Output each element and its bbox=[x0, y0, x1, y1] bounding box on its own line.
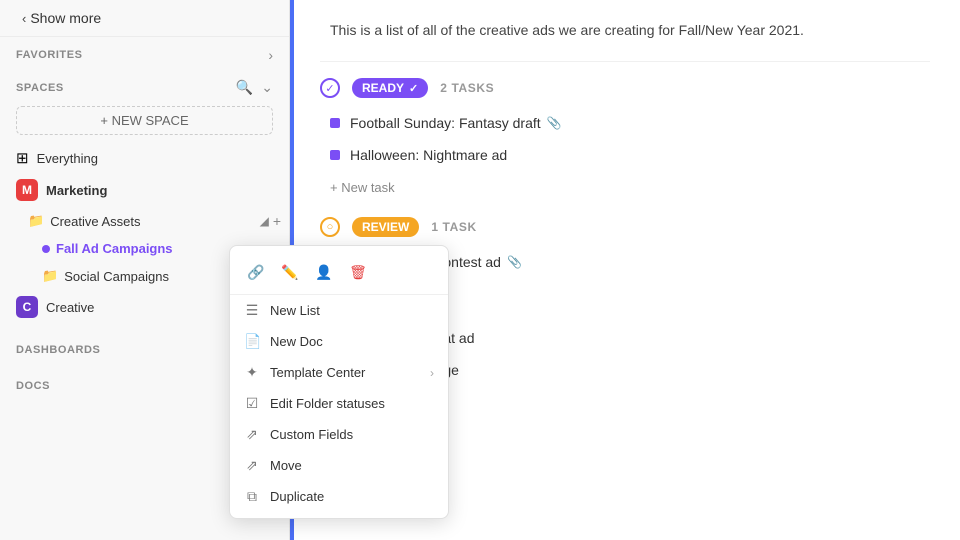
creative-badge: C bbox=[16, 296, 38, 318]
duplicate-label: Duplicate bbox=[270, 489, 434, 504]
menu-item-new-list[interactable]: ☰ New List bbox=[230, 295, 448, 326]
doc-icon: 📄 bbox=[244, 333, 260, 350]
move-icon: ⇗ bbox=[244, 457, 260, 474]
folder-icon: 📁 bbox=[28, 213, 44, 229]
link-icon: 🔗 bbox=[247, 264, 264, 281]
edit-folder-statuses-label: Edit Folder statuses bbox=[270, 396, 434, 411]
chevron-right-icon: › bbox=[268, 47, 273, 63]
new-task-button[interactable]: + New task bbox=[320, 174, 930, 201]
review-tasks-count: 1 TASK bbox=[431, 220, 476, 234]
active-dot bbox=[42, 245, 50, 253]
context-menu: 🔗 ✏️ 👤 🗑 ☰ New List 📄 New Doc ✦ Template… bbox=[229, 245, 449, 519]
share-icon: 👤 bbox=[315, 264, 332, 281]
task-label: Football Sunday: Fantasy draft bbox=[350, 115, 541, 131]
task-label: Halloween: Nightmare ad bbox=[350, 147, 507, 163]
search-icon[interactable]: 🔍 bbox=[236, 79, 253, 96]
sidebar-item-creative-assets[interactable]: 📁 Creative Assets ◢ + bbox=[0, 208, 289, 234]
fields-icon: ⇗ bbox=[244, 426, 260, 443]
docs-title: DOCS bbox=[16, 380, 50, 392]
menu-item-custom-fields[interactable]: ⇗ Custom Fields bbox=[230, 419, 448, 450]
attachment-icon: 📎 bbox=[507, 255, 522, 269]
dashboards-title: DASHBOARDS bbox=[16, 344, 100, 356]
favorites-icons: › bbox=[268, 47, 273, 63]
favorites-section-header: FAVORITES › bbox=[0, 37, 289, 69]
new-space-button[interactable]: + NEW SPACE bbox=[16, 106, 273, 135]
creative-assets-label: Creative Assets bbox=[50, 214, 140, 229]
menu-item-template-center[interactable]: ✦ Template Center › bbox=[230, 357, 448, 388]
sidebar-item-everything[interactable]: ⊞ Everything bbox=[0, 144, 289, 172]
review-badge: REVIEW bbox=[352, 217, 419, 237]
review-circle: ○ bbox=[320, 217, 340, 237]
delete-icon: 🗑 bbox=[349, 264, 367, 281]
marketing-label: Marketing bbox=[46, 183, 107, 198]
show-more-label: Show more bbox=[30, 10, 101, 26]
list-icon: ☰ bbox=[244, 302, 260, 319]
social-campaigns-label: Social Campaigns bbox=[64, 269, 169, 284]
delete-button[interactable]: 🗑 bbox=[342, 258, 374, 286]
review-header: ○ REVIEW 1 TASK bbox=[320, 217, 930, 237]
submenu-arrow-icon: › bbox=[430, 366, 434, 380]
everything-label: Everything bbox=[37, 151, 98, 166]
menu-item-move[interactable]: ⇗ Move bbox=[230, 450, 448, 481]
ready-badge: READY ✓ bbox=[352, 78, 428, 98]
ready-circle: ✓ bbox=[320, 78, 340, 98]
spaces-section-header: SPACES 🔍 ⌄ bbox=[0, 69, 289, 102]
ready-header: ✓ READY ✓ 2 TASKS bbox=[320, 78, 930, 98]
folder-actions: ◢ + bbox=[260, 213, 281, 229]
attachment-icon: 📎 bbox=[547, 116, 562, 130]
marketing-badge: M bbox=[16, 179, 38, 201]
chevron-left-icon: ‹ bbox=[22, 11, 26, 26]
duplicate-icon: ⧉ bbox=[244, 488, 260, 505]
favorites-title: FAVORITES bbox=[16, 49, 82, 61]
context-menu-toolbar: 🔗 ✏️ 👤 🗑 bbox=[230, 252, 448, 295]
edit-button[interactable]: ✏️ bbox=[274, 258, 306, 286]
menu-item-new-doc[interactable]: 📄 New Doc bbox=[230, 326, 448, 357]
grid-icon: ⊞ bbox=[16, 149, 29, 167]
checkbox-icon: ☑ bbox=[244, 395, 260, 412]
menu-item-duplicate[interactable]: ⧉ Duplicate bbox=[230, 481, 448, 512]
spaces-title: SPACES bbox=[16, 82, 64, 94]
task-football-sunday[interactable]: Football Sunday: Fantasy draft 📎 bbox=[320, 108, 930, 138]
new-doc-label: New Doc bbox=[270, 334, 434, 349]
ready-check-icon: ✓ bbox=[409, 82, 418, 95]
task-dot bbox=[330, 150, 340, 160]
add-icon[interactable]: + bbox=[273, 213, 281, 229]
creative-label: Creative bbox=[46, 300, 94, 315]
page-description: This is a list of all of the creative ad… bbox=[320, 20, 930, 62]
fall-ad-campaigns-label: Fall Ad Campaigns bbox=[56, 241, 173, 256]
cursor-icon: ◢ bbox=[260, 214, 269, 228]
template-icon: ✦ bbox=[244, 364, 260, 381]
task-halloween[interactable]: Halloween: Nightmare ad bbox=[320, 140, 930, 170]
spaces-actions: 🔍 ⌄ bbox=[236, 79, 273, 96]
share-button[interactable]: 👤 bbox=[308, 258, 340, 286]
chevron-down-icon[interactable]: ⌄ bbox=[261, 79, 273, 96]
custom-fields-label: Custom Fields bbox=[270, 427, 434, 442]
task-dot bbox=[330, 118, 340, 128]
show-more-row[interactable]: ‹ Show more bbox=[0, 0, 289, 37]
template-center-label: Template Center bbox=[270, 365, 420, 380]
menu-item-edit-folder-statuses[interactable]: ☑ Edit Folder statuses bbox=[230, 388, 448, 419]
sidebar-item-marketing[interactable]: M Marketing bbox=[0, 174, 289, 206]
ready-label: READY bbox=[362, 81, 404, 95]
edit-icon: ✏️ bbox=[281, 264, 298, 281]
ready-section: ✓ READY ✓ 2 TASKS Football Sunday: Fanta… bbox=[320, 78, 930, 201]
new-list-label: New List bbox=[270, 303, 434, 318]
folder-icon-social: 📁 bbox=[42, 268, 58, 284]
ready-tasks-count: 2 TASKS bbox=[440, 81, 494, 95]
move-label: Move bbox=[270, 458, 434, 473]
link-button[interactable]: 🔗 bbox=[240, 258, 272, 286]
